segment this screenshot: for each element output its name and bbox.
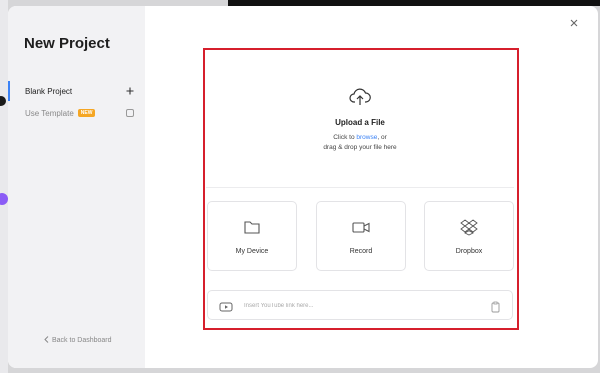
chevron-left-icon [44, 336, 49, 345]
sidebar-item-label: Use Template [25, 108, 74, 118]
card-label: Dropbox [455, 248, 483, 255]
dropbox-button[interactable]: Dropbox [424, 201, 514, 271]
modal-sidebar: New Project Blank Project Use Template N… [8, 6, 145, 368]
back-to-dashboard-link[interactable]: Back to Dashboard [44, 336, 112, 345]
background-app-strip [0, 0, 8, 373]
youtube-link-bar [207, 290, 513, 320]
browse-link[interactable]: browse [356, 134, 377, 141]
video-camera-icon [351, 218, 371, 236]
back-link-label: Back to Dashboard [52, 337, 112, 344]
template-icon [125, 106, 135, 120]
youtube-link-input[interactable] [244, 300, 474, 312]
youtube-icon [219, 300, 233, 312]
paste-icon[interactable] [491, 300, 500, 313]
sidebar-item-blank-project[interactable]: Blank Project [8, 81, 135, 101]
dropbox-icon [459, 218, 479, 236]
modal-title: New Project [24, 35, 110, 52]
divider [206, 187, 514, 188]
hint-text: Click to [333, 134, 357, 141]
card-label: My Device [235, 248, 269, 255]
upload-hint: Click to browse, or drag & drop your fil… [206, 133, 514, 153]
upload-dropzone[interactable]: Upload a File Click to browse, or drag &… [206, 50, 514, 186]
hint-text: drag & drop your file here [323, 144, 397, 151]
card-label: Record [349, 248, 373, 255]
sidebar-item-use-template[interactable]: Use Template NEW [25, 106, 135, 120]
upload-title: Upload a File [335, 118, 385, 127]
hint-text: , or [377, 134, 387, 141]
my-device-button[interactable]: My Device [207, 201, 297, 271]
folder-icon [242, 218, 262, 236]
upload-cloud-icon [349, 87, 371, 107]
new-badge: NEW [77, 109, 96, 117]
sidebar-item-label: Blank Project [25, 86, 73, 96]
plus-icon [125, 84, 135, 98]
record-button[interactable]: Record [316, 201, 406, 271]
close-icon[interactable] [568, 16, 580, 28]
